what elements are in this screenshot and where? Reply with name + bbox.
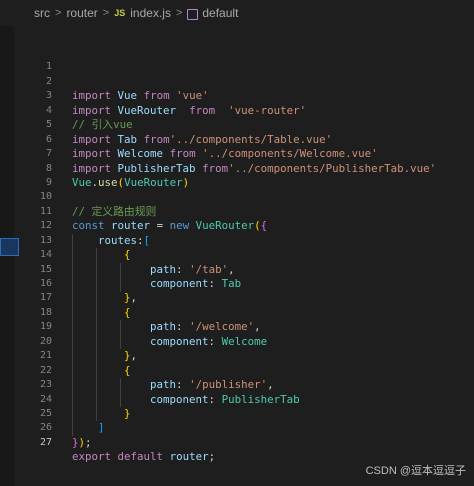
code-line: 5 import Tab from'../components/Table.vu… <box>0 104 474 145</box>
code-line: 26 }); <box>0 407 474 448</box>
code-line-current: 27 export default router; <box>0 421 474 463</box>
code-line: 19 component: Welcome <box>0 306 474 347</box>
code-line: 3 import VueRouter from 'vue-router' <box>0 75 474 116</box>
code-line: 13 { <box>0 219 474 261</box>
code-text: export default router; <box>72 450 216 464</box>
code-line: 8 Vue.use(VueRouter) <box>0 147 474 189</box>
code-line: 16 }, <box>0 263 474 304</box>
code-text: }); <box>72 435 92 449</box>
code-line: 23 component: PublisherTab <box>0 364 474 405</box>
code-line: 2 import Vue from 'vue' <box>0 60 474 102</box>
code-line: 4 // 引入vue <box>0 89 474 131</box>
javascript-file-icon: JS <box>114 8 126 18</box>
code-line: 18 path: '/welcome', <box>0 291 474 333</box>
breadcrumb-item-symbol[interactable]: default <box>202 6 238 20</box>
code-line: 24 } <box>0 378 474 420</box>
breadcrumb-item-file[interactable]: index.js <box>130 6 171 20</box>
code-line: 7 import PublisherTab from'../components… <box>0 133 474 174</box>
code-line: 17 { <box>0 277 474 318</box>
code-line: 14 path: '/tab', <box>0 234 474 275</box>
code-line: 10 // 定义路由规则 <box>0 176 474 217</box>
symbol-variable-icon <box>187 8 199 20</box>
code-line: 12 routes:[ <box>0 205 474 246</box>
line-number: 27 <box>39 436 52 448</box>
chevron-right-icon: > <box>102 7 110 19</box>
code-line: 22 path: '/publisher', <box>0 349 474 391</box>
breadcrumb: src > router > JS index.js > default <box>0 0 474 26</box>
code-line: 6 import Welcome from '../components/Wel… <box>0 118 474 160</box>
code-line: 15 component: Tab <box>0 248 474 290</box>
code-line: 21 { <box>0 335 474 376</box>
breadcrumb-item-router[interactable]: router <box>66 6 97 20</box>
code-editor[interactable]: 1 2 import Vue from 'vue' 3 import VueRo… <box>0 46 474 463</box>
code-line: 1 <box>0 46 474 72</box>
watermark: CSDN @逗本逗逗子 <box>365 465 466 477</box>
code-line: 11 const router = new VueRouter({ <box>0 190 474 232</box>
code-line: 20 }, <box>0 320 474 362</box>
code-line: 9 <box>0 162 474 188</box>
chevron-right-icon: > <box>175 7 183 19</box>
code-line: 25 ] <box>0 393 474 434</box>
breadcrumb-item-src[interactable]: src <box>34 6 50 20</box>
chevron-right-icon: > <box>55 7 62 19</box>
